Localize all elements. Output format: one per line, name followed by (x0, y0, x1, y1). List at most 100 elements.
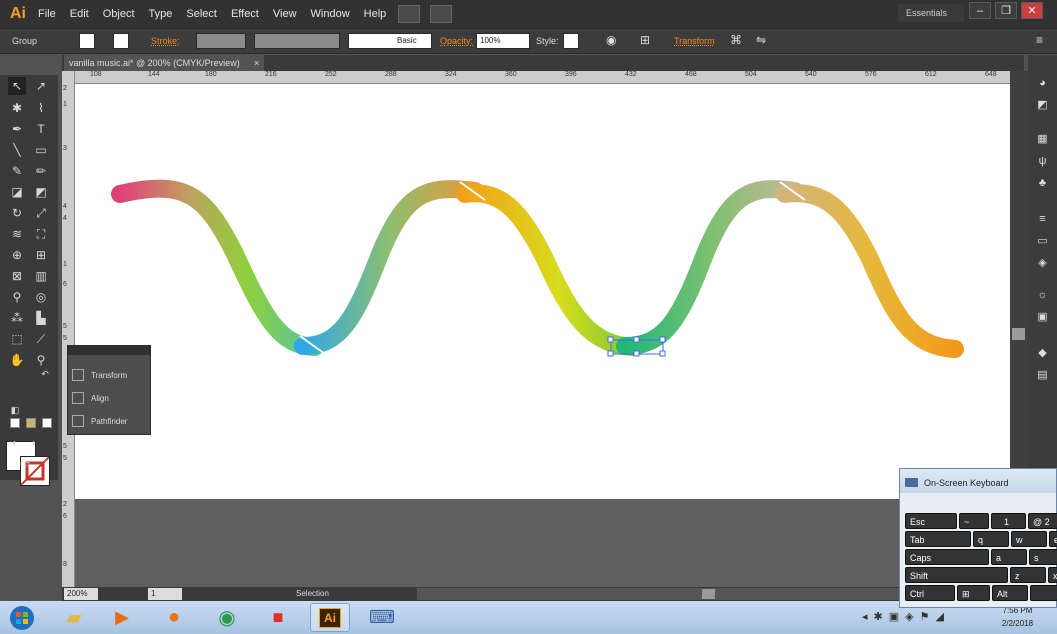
type-tool-icon[interactable]: T (32, 120, 50, 138)
horizontal-scrollbar[interactable] (417, 588, 977, 600)
color-mode-button[interactable] (10, 418, 20, 428)
horizontal-ruler[interactable]: 108 144 180 216 252 288 324 360 396 432 … (75, 71, 1010, 84)
taskbar-media-player[interactable]: ▶ (102, 603, 142, 632)
menu-help[interactable]: Help (357, 0, 394, 28)
stroke-panel-icon[interactable]: ≡ (1033, 211, 1052, 227)
color-guide-icon[interactable]: ◩ (1033, 97, 1052, 113)
key-esc[interactable]: Esc (905, 513, 957, 529)
key-alt[interactable]: Alt (992, 585, 1028, 601)
arrange-documents-button[interactable] (430, 5, 453, 23)
key-1[interactable]: 1 (991, 513, 1026, 529)
recolor-artwork-icon[interactable]: ◉ (606, 33, 616, 47)
close-button[interactable]: ✕ (1021, 2, 1043, 19)
key-q[interactable]: q (973, 531, 1009, 547)
brushes-panel-icon[interactable]: ψ (1033, 153, 1052, 169)
variable-width-profile[interactable] (254, 33, 340, 49)
hand-tool-icon[interactable]: ✋ (8, 351, 26, 369)
key-tilde[interactable]: ~ (959, 513, 989, 529)
magic-wand-tool-icon[interactable]: ✱ (8, 99, 26, 117)
pencil-tool-icon[interactable]: ✏ (32, 162, 50, 180)
gradient-tool-icon[interactable]: ▥ (32, 267, 50, 285)
key-w[interactable]: w (1011, 531, 1047, 547)
menu-select[interactable]: Select (179, 0, 224, 28)
key-space[interactable] (1030, 585, 1057, 601)
opacity-field[interactable]: 100% (476, 33, 530, 49)
brush-definition[interactable]: Basic (348, 33, 432, 49)
panel-menu-icon[interactable]: ≡ (1036, 33, 1043, 47)
transparency-panel-icon[interactable]: ◈ (1033, 255, 1052, 271)
rotate-tool-icon[interactable]: ↻ (8, 204, 26, 222)
perspective-grid-tool-icon[interactable]: ⊞ (32, 246, 50, 264)
graphic-style-swatch[interactable] (563, 33, 579, 49)
wave-artwork[interactable] (75, 84, 1010, 499)
rectangle-tool-icon[interactable]: ▭ (32, 141, 50, 159)
symbol-sprayer-tool-icon[interactable]: ⁂ (8, 309, 26, 327)
gradient-panel-icon[interactable]: ▭ (1033, 233, 1052, 249)
align-to-icon[interactable]: ⊞ (640, 33, 650, 47)
menu-type[interactable]: Type (142, 0, 180, 28)
scrollbar-thumb[interactable] (1012, 328, 1025, 340)
menu-file[interactable]: File (31, 0, 63, 28)
paintbrush-tool-icon[interactable]: ✎ (8, 162, 26, 180)
symbols-panel-icon[interactable]: ♣ (1033, 175, 1052, 191)
hscroll-thumb[interactable] (702, 589, 715, 599)
shape-builder-tool-icon[interactable]: ⊕ (8, 246, 26, 264)
swap-fill-stroke-icon[interactable]: ↶ (36, 365, 54, 383)
default-fill-stroke-icon[interactable]: ◧ (6, 401, 24, 419)
key-e[interactable]: e (1049, 531, 1057, 547)
pathfinder-panel-button[interactable]: Pathfinder (72, 412, 148, 430)
menu-view[interactable]: View (266, 0, 304, 28)
key-windows[interactable]: ⊞ (957, 585, 990, 601)
opacity-link[interactable]: Opacity: (440, 36, 473, 46)
none-mode-button[interactable] (42, 418, 52, 428)
warp-tool-icon[interactable]: ≋ (8, 225, 26, 243)
close-tab-icon[interactable]: × (254, 55, 259, 71)
menu-effect[interactable]: Effect (224, 0, 266, 28)
menu-window[interactable]: Window (304, 0, 357, 28)
panel-group-header[interactable] (68, 346, 150, 355)
transform-link[interactable]: Transform (674, 36, 715, 46)
color-panel-icon[interactable]: ◕ (1033, 75, 1052, 91)
key-a[interactable]: a (991, 549, 1027, 565)
key-tab[interactable]: Tab (905, 531, 971, 547)
screen-mode-icon[interactable]: ▭ (16, 455, 34, 473)
direct-selection-tool-icon[interactable]: ↗ (32, 77, 50, 95)
appearance-panel-icon[interactable]: ☼ (1033, 287, 1052, 303)
eyedropper-tool-icon[interactable]: ⚲ (8, 288, 26, 306)
free-transform-tool-icon[interactable]: ⛶ (32, 225, 50, 243)
workspace-switcher[interactable]: Essentials (898, 4, 964, 22)
vertical-ruler[interactable]: 2 1 3 4 4 1 6 5 5 5 5 2 6 8 (62, 71, 75, 587)
scale-tool-icon[interactable]: ⤢ (32, 204, 50, 222)
stroke-link[interactable]: Stroke: (151, 36, 180, 46)
stroke-color-swatch[interactable] (113, 33, 129, 49)
osk-title-bar[interactable]: On-Screen Keyboard (900, 469, 1056, 493)
flip-icon[interactable]: ⇋ (756, 33, 766, 47)
taskbar-firefox[interactable]: ● (154, 603, 194, 632)
start-button[interactable] (2, 603, 42, 632)
column-graph-tool-icon[interactable]: ▙ (32, 309, 50, 327)
fill-color-swatch[interactable] (79, 33, 95, 49)
zoom-field[interactable]: 200% (64, 588, 98, 600)
taskbar-illustrator[interactable]: Ai (310, 603, 350, 632)
pen-tool-icon[interactable]: ✒ (8, 120, 26, 138)
taskbar-keyboard[interactable]: ⌨ (362, 603, 402, 632)
graphic-styles-panel-icon[interactable]: ▣ (1033, 309, 1052, 325)
align-panel-button[interactable]: Align (72, 389, 148, 407)
system-tray-icons[interactable]: ◂✱▣◈⚑◢ (862, 610, 982, 623)
taskbar-explorer[interactable]: ▰ (54, 603, 94, 632)
slice-tool-icon[interactable]: ⟋ (32, 330, 50, 348)
key-z[interactable]: z (1010, 567, 1046, 583)
key-2[interactable]: @ 2 (1028, 513, 1057, 529)
artboard[interactable] (75, 84, 1010, 499)
key-ctrl[interactable]: Ctrl (905, 585, 955, 601)
mesh-tool-icon[interactable]: ⊠ (8, 267, 26, 285)
key-x[interactable]: x (1048, 567, 1057, 583)
blob-brush-tool-icon[interactable]: ◪ (8, 183, 26, 201)
blend-tool-icon[interactable]: ◎ (32, 288, 50, 306)
draw-mode-icon[interactable]: ◐ (6, 435, 24, 453)
taskbar-chrome[interactable]: ◉ (207, 603, 247, 632)
key-shift[interactable]: Shift (905, 567, 1008, 583)
gradient-mode-button[interactable] (26, 418, 36, 428)
draw-behind-icon[interactable]: ◑ (24, 435, 42, 453)
isolate-group-icon[interactable]: ⌘ (730, 33, 742, 47)
